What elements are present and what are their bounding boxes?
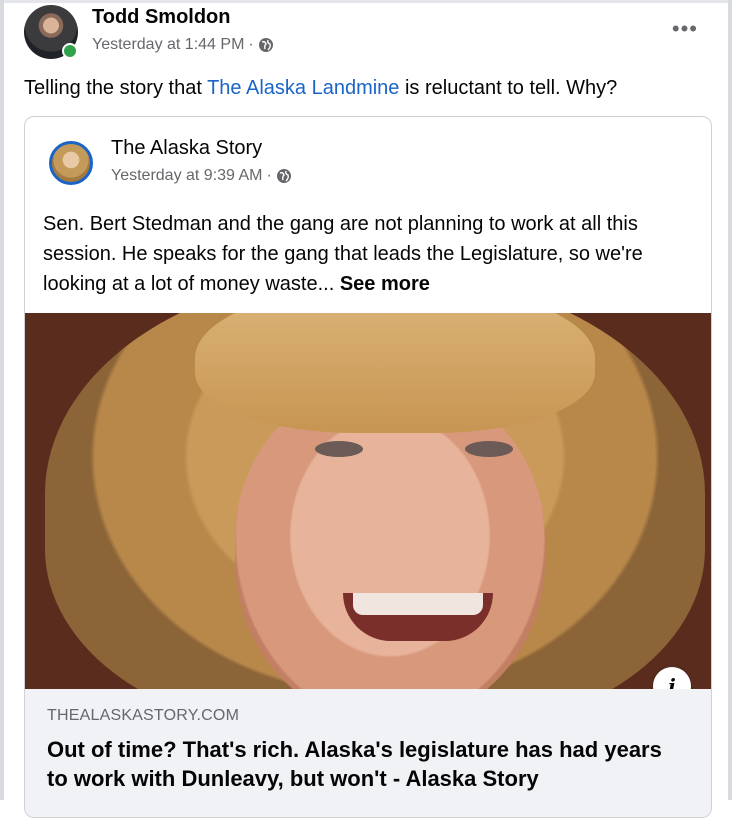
see-more-link[interactable]: See more — [340, 273, 430, 295]
photo-eye-right — [465, 441, 513, 457]
globe-icon — [276, 168, 292, 184]
link-title[interactable]: Out of time? That's rich. Alaska's legis… — [47, 735, 687, 793]
link-domain: THEALASKASTORY.COM — [47, 707, 240, 724]
shared-author-name[interactable]: The Alaska Story — [111, 137, 262, 160]
meta-separator: · — [266, 167, 272, 184]
shared-author-avatar[interactable] — [49, 141, 93, 185]
author-name[interactable]: Todd Smoldon — [92, 6, 231, 29]
shared-post-text: Sen. Bert Stedman and the gang are not p… — [43, 209, 703, 299]
shared-post-card[interactable]: The Alaska Story Yesterday at 9:39 AM · … — [24, 116, 712, 818]
online-status-indicator — [62, 43, 78, 59]
globe-icon — [258, 37, 274, 53]
link-preview-image[interactable]: i — [25, 313, 711, 689]
photo-bangs — [195, 313, 595, 433]
author-avatar[interactable] — [24, 5, 80, 61]
post-timestamp[interactable]: Yesterday at 1:44 PM — [92, 36, 244, 54]
more-options-icon[interactable]: ••• — [672, 16, 698, 42]
post-text-before: Telling the story that — [24, 77, 208, 99]
info-icon[interactable]: i — [653, 667, 691, 689]
post-meta: Yesterday at 1:44 PM · — [92, 36, 274, 54]
photo-eye-left — [315, 441, 363, 457]
frame-right-border — [728, 0, 732, 800]
shared-post-timestamp[interactable]: Yesterday at 9:39 AM — [111, 167, 263, 185]
frame-left-border — [0, 0, 4, 800]
frame-top-border — [0, 0, 732, 3]
meta-separator: · — [248, 36, 254, 53]
link-preview-footer[interactable]: THEALASKASTORY.COM Out of time? That's r… — [25, 689, 711, 817]
post-text-after: is reluctant to tell. Why? — [399, 77, 618, 99]
post-text: Telling the story that The Alaska Landmi… — [24, 74, 617, 102]
mention-link[interactable]: The Alaska Landmine — [207, 77, 399, 99]
shared-post-meta: Yesterday at 9:39 AM · — [111, 167, 292, 185]
photo-teeth — [353, 593, 483, 615]
